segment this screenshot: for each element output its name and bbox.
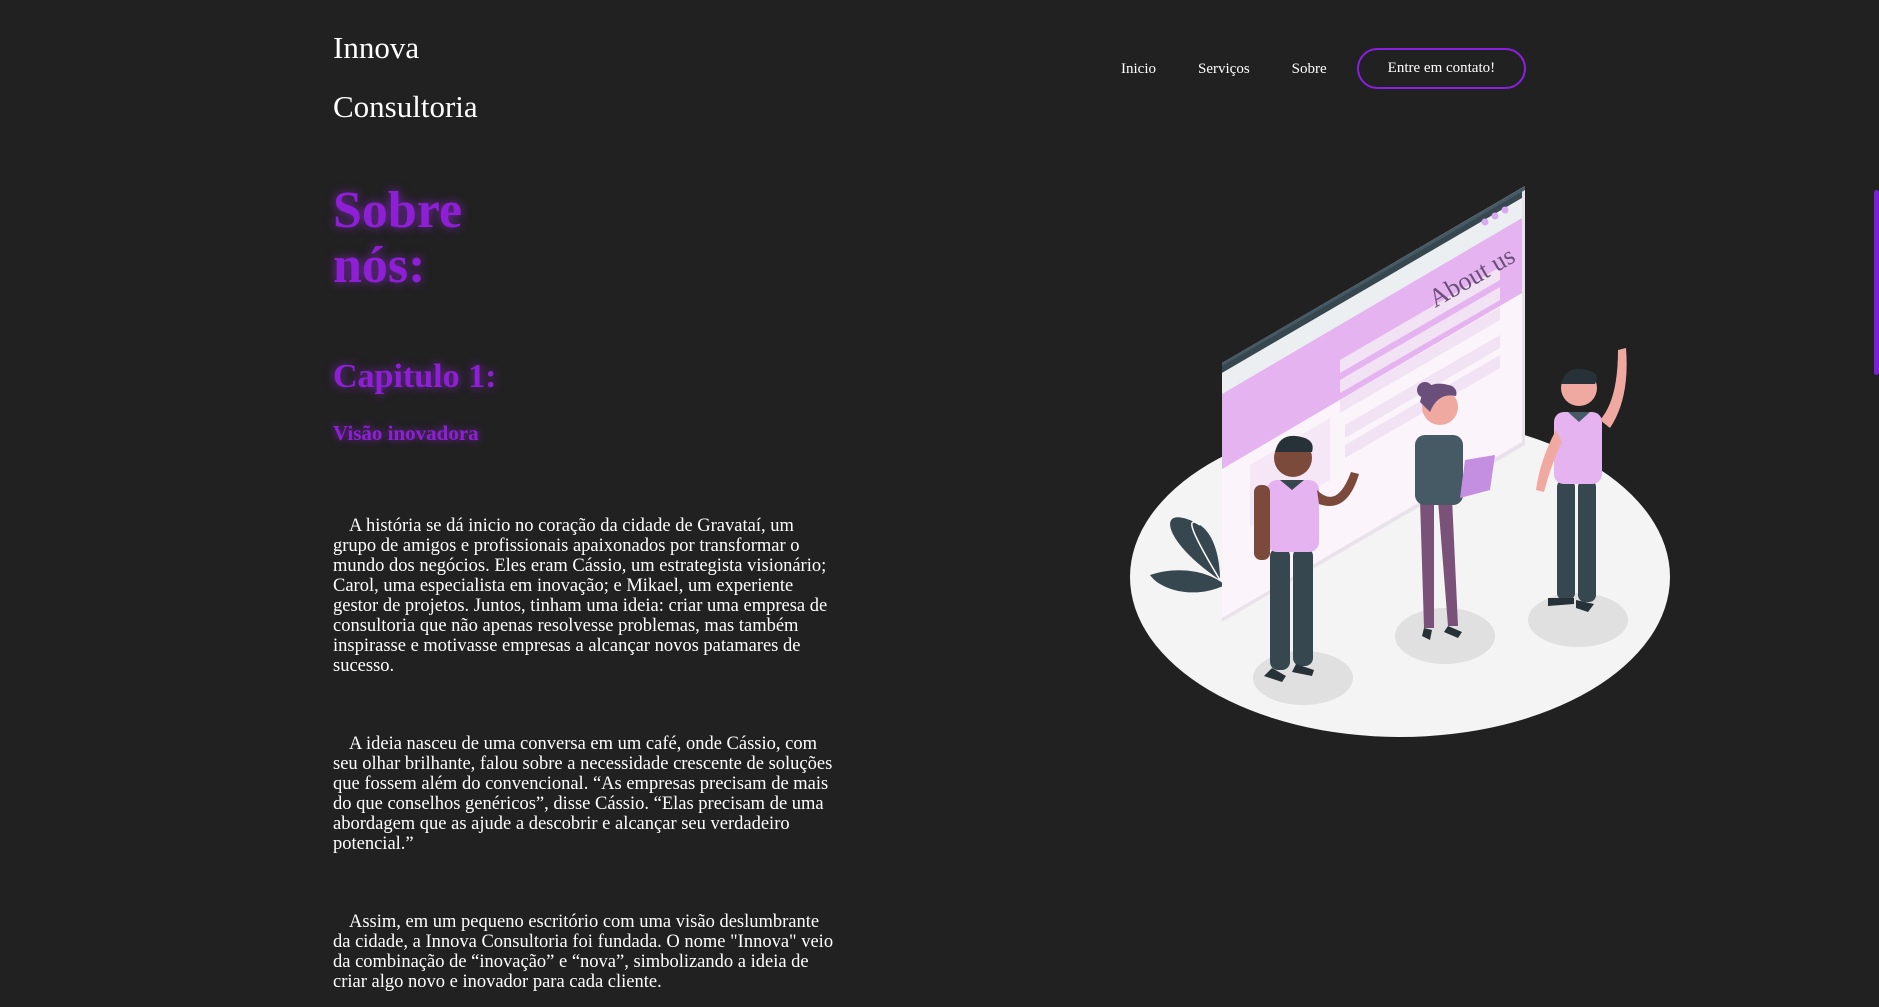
contact-button[interactable]: Entre em contato! [1356,48,1527,89]
brand-logo[interactable]: Innova Consultoria [333,18,533,136]
window-dot-1 [1481,218,1489,226]
page-title-line-2: nós: [333,237,426,294]
scrollbar-thumb[interactable] [1874,190,1879,375]
chapter-heading: Capitulo 1: [333,358,497,395]
main-nav: Inicio Serviços Sobre Entre em contato! [1100,48,1527,89]
nav-link-sobre[interactable]: Sobre [1271,49,1348,89]
window-dot-3 [1501,206,1509,214]
nav-link-inicio[interactable]: Inicio [1100,49,1177,89]
brand-line-2: Consultoria [333,89,478,124]
about-us-team-illustration: About us [1120,180,1680,740]
story-paragraph-3: Assim, em um pequeno escritório com uma … [333,912,834,992]
brand-line-1: Innova [333,30,420,65]
story-paragraph-2: A ideia nasceu de uma conversa em um caf… [333,734,833,854]
page-title: Sobre nós: [333,183,533,293]
window-dot-2 [1491,212,1499,220]
chapter-subtitle: Visão inovadora [333,421,479,445]
page-title-line-1: Sobre [333,182,463,239]
page: Innova Consultoria Inicio Serviços Sobre… [0,0,1879,1007]
about-us-illustration-svg: About us [1130,186,1670,737]
nav-link-servicos[interactable]: Serviços [1177,49,1271,89]
story-section: A história se dá inicio no coração da ci… [333,516,838,1007]
story-paragraph-1: A história se dá inicio no coração da ci… [333,516,828,676]
